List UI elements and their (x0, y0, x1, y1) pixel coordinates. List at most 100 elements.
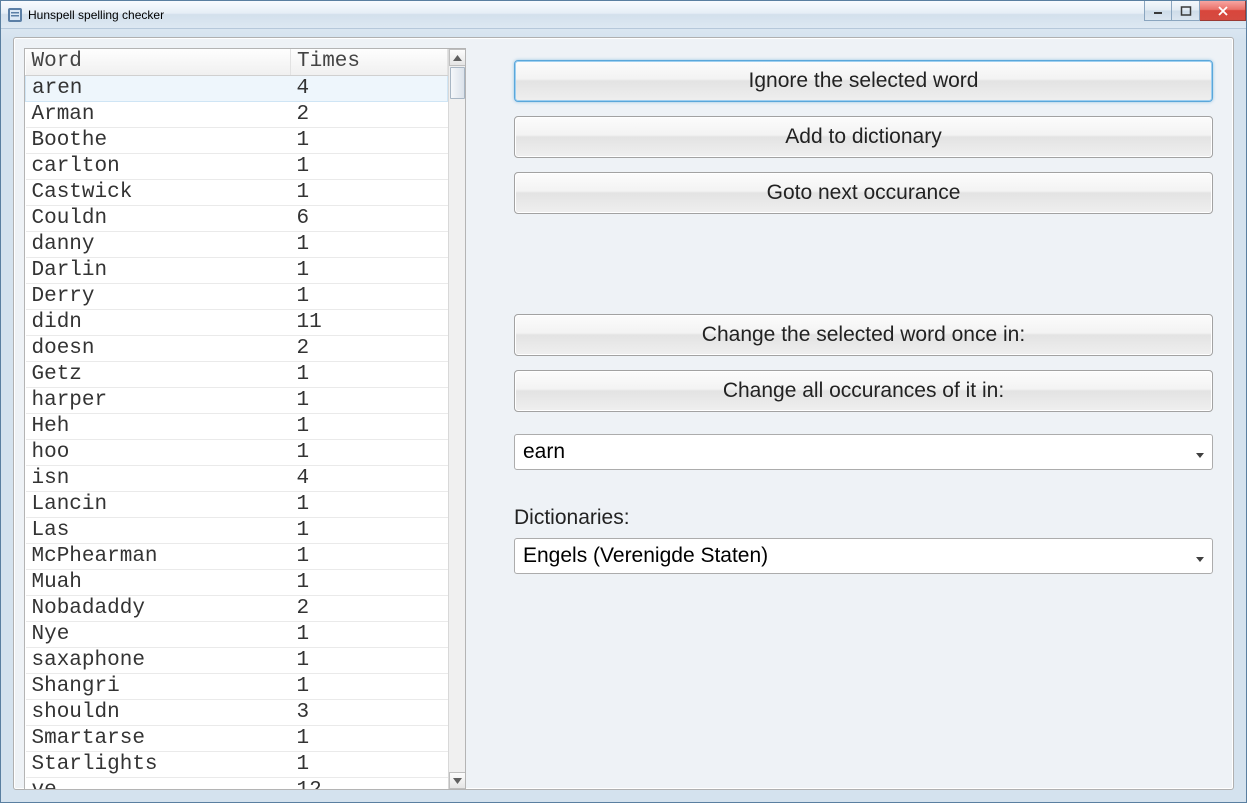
dropdown-icon (1196, 544, 1204, 568)
client-area: Word Times aren4Arman2Boothe1carlton1Cas… (13, 37, 1234, 790)
table-row[interactable]: Nye1 (26, 621, 448, 647)
maximize-button[interactable] (1172, 1, 1200, 21)
table-row[interactable]: aren4 (26, 75, 448, 101)
chevron-up-icon (453, 55, 462, 61)
add-dictionary-button[interactable]: Add to dictionary (514, 116, 1213, 158)
cell-times: 1 (291, 621, 448, 647)
cell-word: Heh (26, 413, 291, 439)
table-row[interactable]: Castwick1 (26, 179, 448, 205)
column-header-word[interactable]: Word (26, 49, 291, 75)
cell-word: Starlights (26, 751, 291, 777)
cell-times: 1 (291, 231, 448, 257)
cell-times: 1 (291, 673, 448, 699)
cell-word: Getz (26, 361, 291, 387)
table-row[interactable]: didn11 (26, 309, 448, 335)
cell-word: Shangri (26, 673, 291, 699)
cell-times: 1 (291, 257, 448, 283)
table-row[interactable]: McPhearman1 (26, 543, 448, 569)
cell-word: Nye (26, 621, 291, 647)
minimize-icon (1152, 6, 1164, 16)
column-header-times[interactable]: Times (291, 49, 448, 75)
table-row[interactable]: shouldn3 (26, 699, 448, 725)
cell-times: 1 (291, 153, 448, 179)
cell-times: 1 (291, 283, 448, 309)
close-icon (1217, 6, 1229, 16)
minimize-button[interactable] (1144, 1, 1172, 21)
table-row[interactable]: Shangri1 (26, 673, 448, 699)
cell-word: danny (26, 231, 291, 257)
table-row[interactable]: Smartarse1 (26, 725, 448, 751)
cell-times: 3 (291, 699, 448, 725)
scroll-up-button[interactable] (449, 49, 466, 66)
cell-word: Darlin (26, 257, 291, 283)
cell-word: Lancin (26, 491, 291, 517)
cell-word: isn (26, 465, 291, 491)
table-row[interactable]: Nobadaddy2 (26, 595, 448, 621)
table-row[interactable]: danny1 (26, 231, 448, 257)
word-table-viewport[interactable]: Word Times aren4Arman2Boothe1carlton1Cas… (25, 49, 448, 789)
cell-word: harper (26, 387, 291, 413)
cell-times: 1 (291, 491, 448, 517)
table-row[interactable]: Arman2 (26, 101, 448, 127)
cell-word: carlton (26, 153, 291, 179)
table-row[interactable]: Couldn6 (26, 205, 448, 231)
ignore-button[interactable]: Ignore the selected word (514, 60, 1213, 102)
titlebar[interactable]: Hunspell spelling checker (1, 1, 1246, 29)
table-row[interactable]: Derry1 (26, 283, 448, 309)
cell-word: Las (26, 517, 291, 543)
cell-times: 2 (291, 335, 448, 361)
cell-times: 1 (291, 751, 448, 777)
cell-word: Castwick (26, 179, 291, 205)
table-row[interactable]: Starlights1 (26, 751, 448, 777)
table-row[interactable]: Heh1 (26, 413, 448, 439)
table-row[interactable]: carlton1 (26, 153, 448, 179)
word-table: Word Times aren4Arman2Boothe1carlton1Cas… (25, 49, 448, 789)
cell-times: 1 (291, 725, 448, 751)
scroll-thumb[interactable] (450, 67, 465, 99)
suggestion-combobox[interactable]: earn (514, 434, 1213, 470)
table-row[interactable]: saxaphone1 (26, 647, 448, 673)
cell-word: shouldn (26, 699, 291, 725)
maximize-icon (1180, 6, 1192, 16)
table-row[interactable]: Lancin1 (26, 491, 448, 517)
table-row[interactable]: doesn2 (26, 335, 448, 361)
cell-word: ve (26, 777, 291, 789)
cell-word: Derry (26, 283, 291, 309)
cell-times: 1 (291, 647, 448, 673)
close-button[interactable] (1200, 1, 1246, 21)
cell-times: 6 (291, 205, 448, 231)
cell-word: hoo (26, 439, 291, 465)
scrollbar-vertical[interactable] (448, 49, 465, 789)
cell-word: Couldn (26, 205, 291, 231)
word-list-panel: Word Times aren4Arman2Boothe1carlton1Cas… (24, 48, 466, 790)
table-row[interactable]: Boothe1 (26, 127, 448, 153)
cell-times: 2 (291, 101, 448, 127)
table-row[interactable]: Getz1 (26, 361, 448, 387)
change-all-button[interactable]: Change all occurances of it in: (514, 370, 1213, 412)
cell-word: McPhearman (26, 543, 291, 569)
table-row[interactable]: harper1 (26, 387, 448, 413)
cell-times: 1 (291, 439, 448, 465)
window-title: Hunspell spelling checker (28, 8, 164, 22)
table-row[interactable]: Las1 (26, 517, 448, 543)
table-row[interactable]: hoo1 (26, 439, 448, 465)
table-row[interactable]: isn4 (26, 465, 448, 491)
window-controls (1144, 1, 1246, 21)
dropdown-icon (1196, 440, 1204, 464)
cell-times: 12 (291, 777, 448, 789)
cell-times: 2 (291, 595, 448, 621)
table-row[interactable]: ve12 (26, 777, 448, 789)
table-row[interactable]: Darlin1 (26, 257, 448, 283)
table-header-row: Word Times (26, 49, 448, 75)
scroll-down-button[interactable] (449, 772, 466, 789)
dictionaries-label: Dictionaries: (514, 506, 1213, 530)
cell-word: Smartarse (26, 725, 291, 751)
goto-next-button[interactable]: Goto next occurance (514, 172, 1213, 214)
dictionary-combobox[interactable]: Engels (Verenigde Staten) (514, 538, 1213, 574)
cell-times: 1 (291, 361, 448, 387)
change-once-button[interactable]: Change the selected word once in: (514, 314, 1213, 356)
cell-times: 11 (291, 309, 448, 335)
cell-times: 4 (291, 75, 448, 101)
cell-times: 4 (291, 465, 448, 491)
table-row[interactable]: Muah1 (26, 569, 448, 595)
